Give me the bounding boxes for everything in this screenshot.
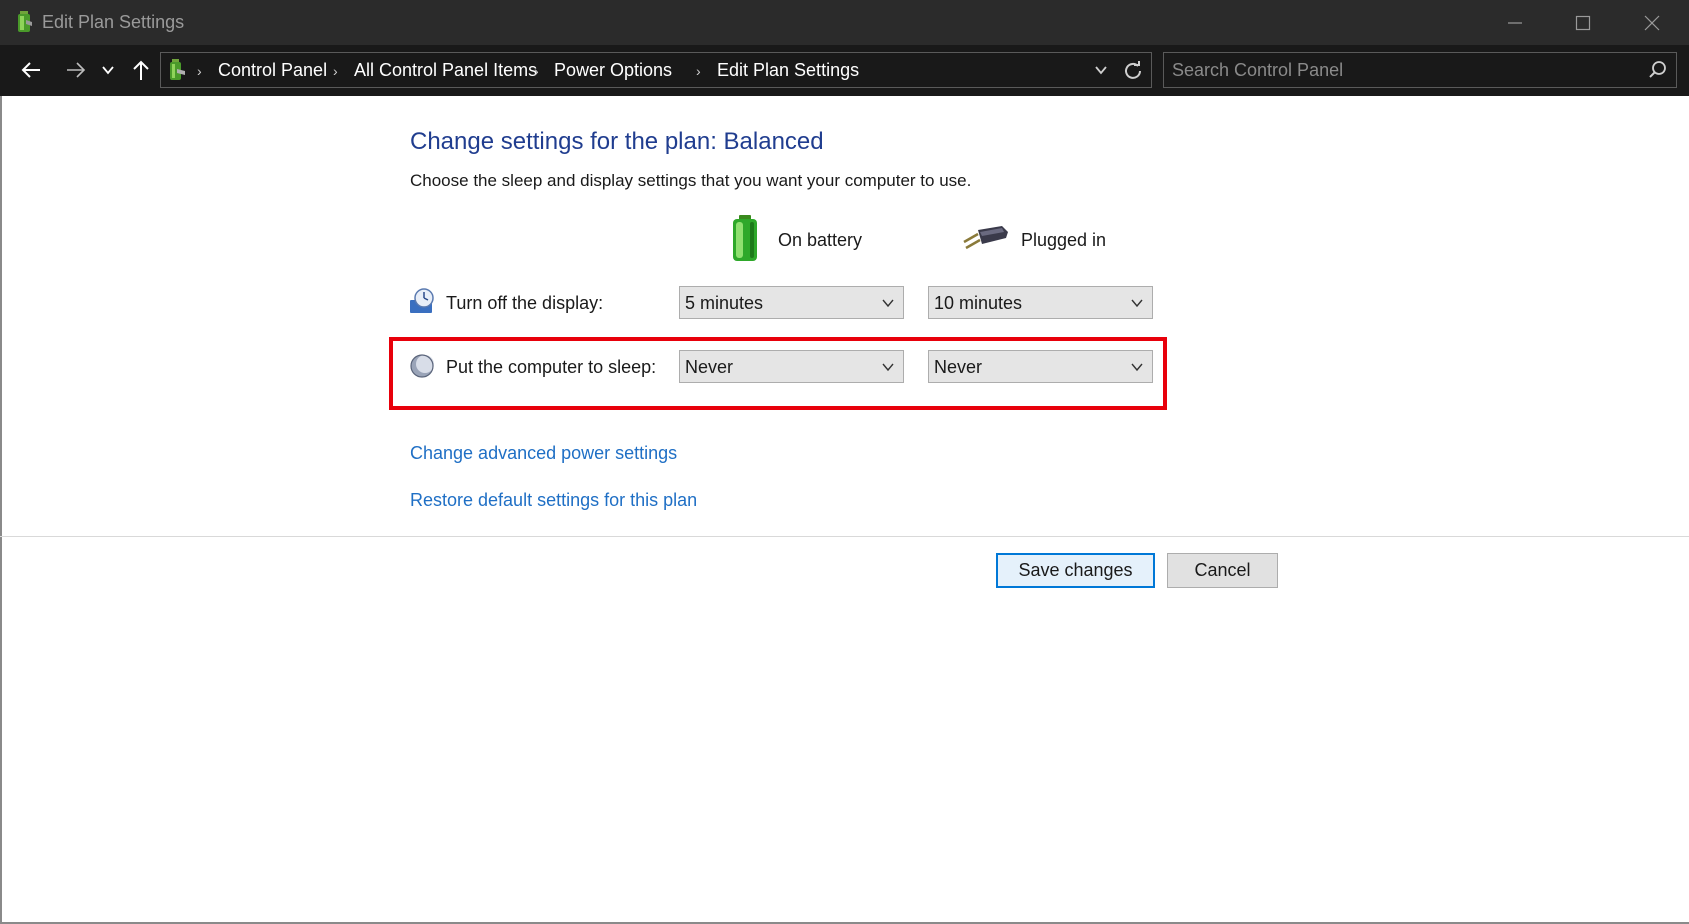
display-on-battery-select[interactable]: 5 minutes [679, 286, 904, 319]
breadcrumb-separator-icon: › [197, 63, 202, 79]
power-plug-icon [963, 226, 1008, 250]
minimize-icon [1508, 21, 1522, 24]
breadcrumb-separator-icon: › [333, 63, 338, 79]
control-panel-location-icon [170, 59, 185, 80]
refresh-icon [1125, 61, 1141, 79]
search-icon[interactable] [1648, 60, 1668, 80]
page-title: Change settings for the plan: Balanced [410, 128, 824, 155]
breadcrumb-power-options[interactable]: Power Options [554, 60, 672, 81]
display-plugged-in-select[interactable]: 10 minutes [928, 286, 1153, 319]
address-box[interactable]: › Control Panel › All Control Panel Item… [160, 52, 1152, 88]
restore-default-settings-link[interactable]: Restore default settings for this plan [410, 490, 697, 511]
minimize-button[interactable] [1480, 0, 1550, 45]
window-title: Edit Plan Settings [42, 12, 185, 32]
content-divider [0, 536, 1689, 537]
plugged-in-column-header: Plugged in [1021, 230, 1107, 250]
search-input[interactable] [1172, 57, 1632, 83]
turn-off-display-label: Turn off the display: [446, 293, 604, 313]
battery-icon [733, 215, 757, 261]
forward-arrow-icon [67, 62, 86, 78]
cancel-button[interactable]: Cancel [1167, 553, 1278, 588]
sleep-row-highlight-box [389, 337, 1167, 410]
power-plan-battery-icon [18, 11, 32, 32]
maximize-icon [1575, 15, 1591, 30]
chevron-down-icon [102, 66, 114, 75]
display-on-battery-value: 5 minutes [685, 293, 764, 313]
change-advanced-power-settings-link[interactable]: Change advanced power settings [410, 443, 677, 464]
close-icon [1644, 15, 1660, 30]
chevron-down-icon [1131, 299, 1143, 308]
display-clock-icon [410, 288, 434, 313]
title-bar: Edit Plan Settings [0, 0, 1689, 45]
chevron-down-icon [882, 299, 894, 308]
close-button[interactable] [1617, 0, 1687, 45]
back-arrow-icon [21, 62, 40, 78]
chevron-down-icon [1095, 66, 1107, 75]
address-dropdown-button[interactable] [1093, 62, 1109, 83]
save-changes-button[interactable]: Save changes [996, 553, 1155, 588]
refresh-button[interactable] [1123, 60, 1143, 85]
navigation-bar: › Control Panel › All Control Panel Item… [0, 45, 1689, 96]
up-arrow-icon [133, 60, 149, 80]
back-button[interactable] [16, 55, 46, 85]
breadcrumb-separator-icon: › [534, 63, 539, 79]
maximize-button[interactable] [1548, 0, 1618, 45]
window-frame-left [0, 96, 2, 924]
on-battery-column-header: On battery [778, 230, 863, 250]
breadcrumb-control-panel[interactable]: Control Panel [218, 60, 327, 81]
search-box[interactable] [1163, 52, 1677, 88]
display-plugged-in-value: 10 minutes [934, 293, 1023, 313]
breadcrumb-all-items[interactable]: All Control Panel Items [354, 60, 537, 81]
breadcrumb-edit-plan-settings[interactable]: Edit Plan Settings [717, 60, 859, 81]
up-button[interactable] [126, 55, 156, 85]
breadcrumb-separator-icon: › [696, 63, 701, 79]
page-description: Choose the sleep and display settings th… [410, 171, 972, 190]
recent-locations-button[interactable] [96, 55, 120, 85]
forward-button[interactable] [61, 55, 91, 85]
